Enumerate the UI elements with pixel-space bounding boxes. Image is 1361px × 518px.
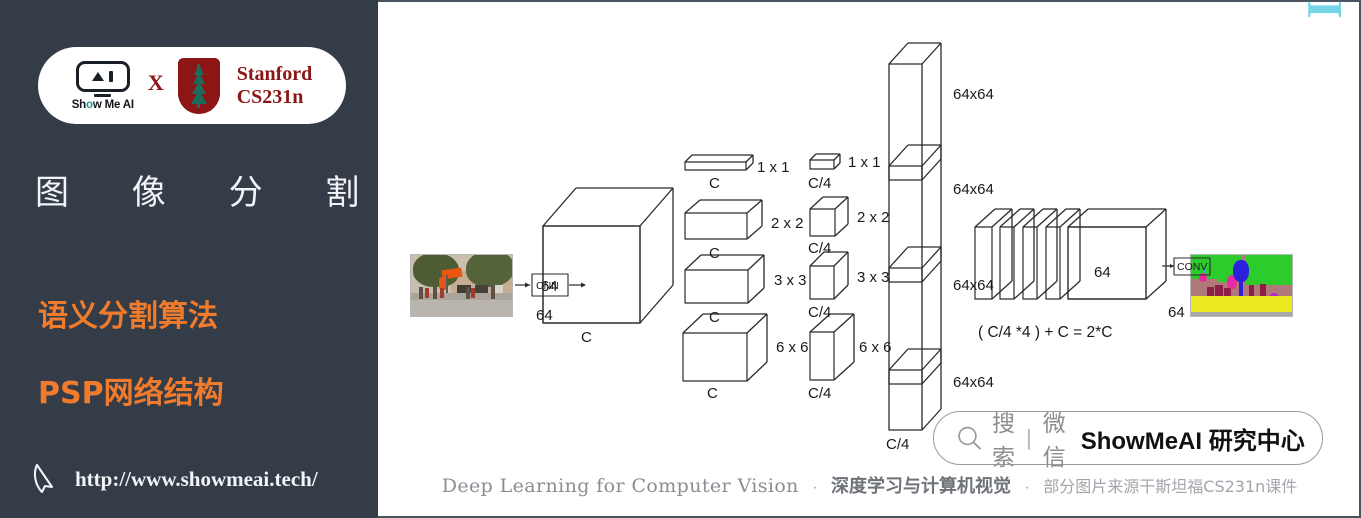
search-icon <box>958 426 981 450</box>
label-concat-formula: ( C/4 *4 ) + C = 2*C <box>978 324 1112 341</box>
label-right-3-ch: C/4 <box>808 304 831 321</box>
label-slab-channels: C/4 <box>886 436 909 453</box>
slide-caption: Deep Learning for Computer Vision · 深度学习… <box>378 472 1361 498</box>
label-right-2-size: 2 x 2 <box>857 209 890 226</box>
label-right-2-ch: C/4 <box>808 240 831 257</box>
label-cube-depth: 64 <box>536 307 553 324</box>
search-label: 搜索 <box>992 411 1015 471</box>
monitor-stand-icon <box>94 93 112 97</box>
cursor-pointer-icon <box>33 463 54 494</box>
label-left-3-size: 3 x 3 <box>774 272 807 289</box>
vertical-brand-watermark: ShowMeAI <box>1297 0 1355 18</box>
site-url-text: http://www.showmeai.tech/ <box>75 466 318 491</box>
label-left-4-ch: C <box>707 385 718 402</box>
showmeai-wordmark: Show Me AI <box>71 98 134 111</box>
caption-dot-1: · <box>812 479 818 496</box>
caption-en: Deep Learning for Computer Vision <box>441 475 799 497</box>
showmeai-logo-icon: Show Me AI <box>71 60 134 111</box>
search-separator: | <box>1026 425 1032 450</box>
label-slab-4: 64x64 <box>953 374 994 391</box>
label-slab-3: 64x64 <box>953 277 994 294</box>
slide-panel: 64 64 C 1 x 1 C 2 x 2 C 3 x 3 C 6 x 6 C … <box>378 0 1361 518</box>
slide-root: Show Me AI X Stanford CS231n 图 像 分 割 语义分… <box>0 0 1361 518</box>
site-url-row[interactable]: http://www.showmeai.tech/ <box>33 462 318 496</box>
diagram-svg: 64 64 C 1 x 1 C 2 x 2 C 3 x 3 C 6 x 6 C … <box>515 42 1211 453</box>
label-left-2-size: 2 x 2 <box>771 215 804 232</box>
caret-up-icon <box>92 71 105 81</box>
label-left-1-size: 1 x 1 <box>757 159 790 176</box>
wechat-label: 微信 <box>1042 411 1066 471</box>
label-right-3-size: 3 x 3 <box>857 269 890 286</box>
label-concat-depth: 64 <box>1168 304 1185 321</box>
label-left-2-ch: C <box>709 245 720 262</box>
conv-box-label: CONV <box>1177 261 1207 273</box>
label-slab-2: 64x64 <box>953 181 994 198</box>
page-title: 图 像 分 割 <box>35 173 386 213</box>
subtitle-primary: 语义分割算法 <box>38 299 218 334</box>
cursor-bar-icon <box>109 70 114 82</box>
cross-separator: X <box>147 69 164 95</box>
label-left-1-ch: C <box>709 175 720 192</box>
label-left-4-size: 6 x 6 <box>776 339 809 356</box>
cnn-box-label: CNN <box>536 280 559 292</box>
stanford-course-label: Stanford CS231n <box>237 63 313 108</box>
psp-architecture-diagram: 64 64 C 1 x 1 C 2 x 2 C 3 x 3 C 6 x 6 C … <box>378 2 1361 457</box>
monitor-icon <box>75 60 130 92</box>
brand-account-name: ShowMeAI 研究中心 <box>1080 426 1305 455</box>
caption-cn-bold: 深度学习与计算机视觉 <box>831 476 1012 497</box>
label-right-1-size: 1 x 1 <box>848 154 881 171</box>
label-right-1-ch: C/4 <box>808 175 831 192</box>
label-right-4-ch: C/4 <box>808 385 831 402</box>
label-left-3-ch: C <box>709 309 720 326</box>
brand-badge: Show Me AI X Stanford CS231n <box>38 47 346 124</box>
label-concat-height: 64 <box>1094 264 1111 281</box>
caption-dot-2: · <box>1024 479 1030 496</box>
label-slab-1: 64x64 <box>953 86 994 103</box>
label-right-4-size: 6 x 6 <box>859 339 892 356</box>
caption-cn-light: 部分图片来源干斯坦福CS231n课件 <box>1043 477 1298 496</box>
stanford-line-2: CS231n <box>236 85 304 108</box>
wechat-search-watermark: 搜索 | 微信 ShowMeAI 研究中心 <box>933 411 1323 471</box>
subtitle-secondary: PSP网络结构 <box>38 376 224 411</box>
sidebar: Show Me AI X Stanford CS231n 图 像 分 割 语义分… <box>0 0 378 518</box>
stanford-tree-icon <box>177 57 220 114</box>
label-cube-channels: C <box>581 329 592 346</box>
stanford-line-1: Stanford <box>236 63 313 86</box>
